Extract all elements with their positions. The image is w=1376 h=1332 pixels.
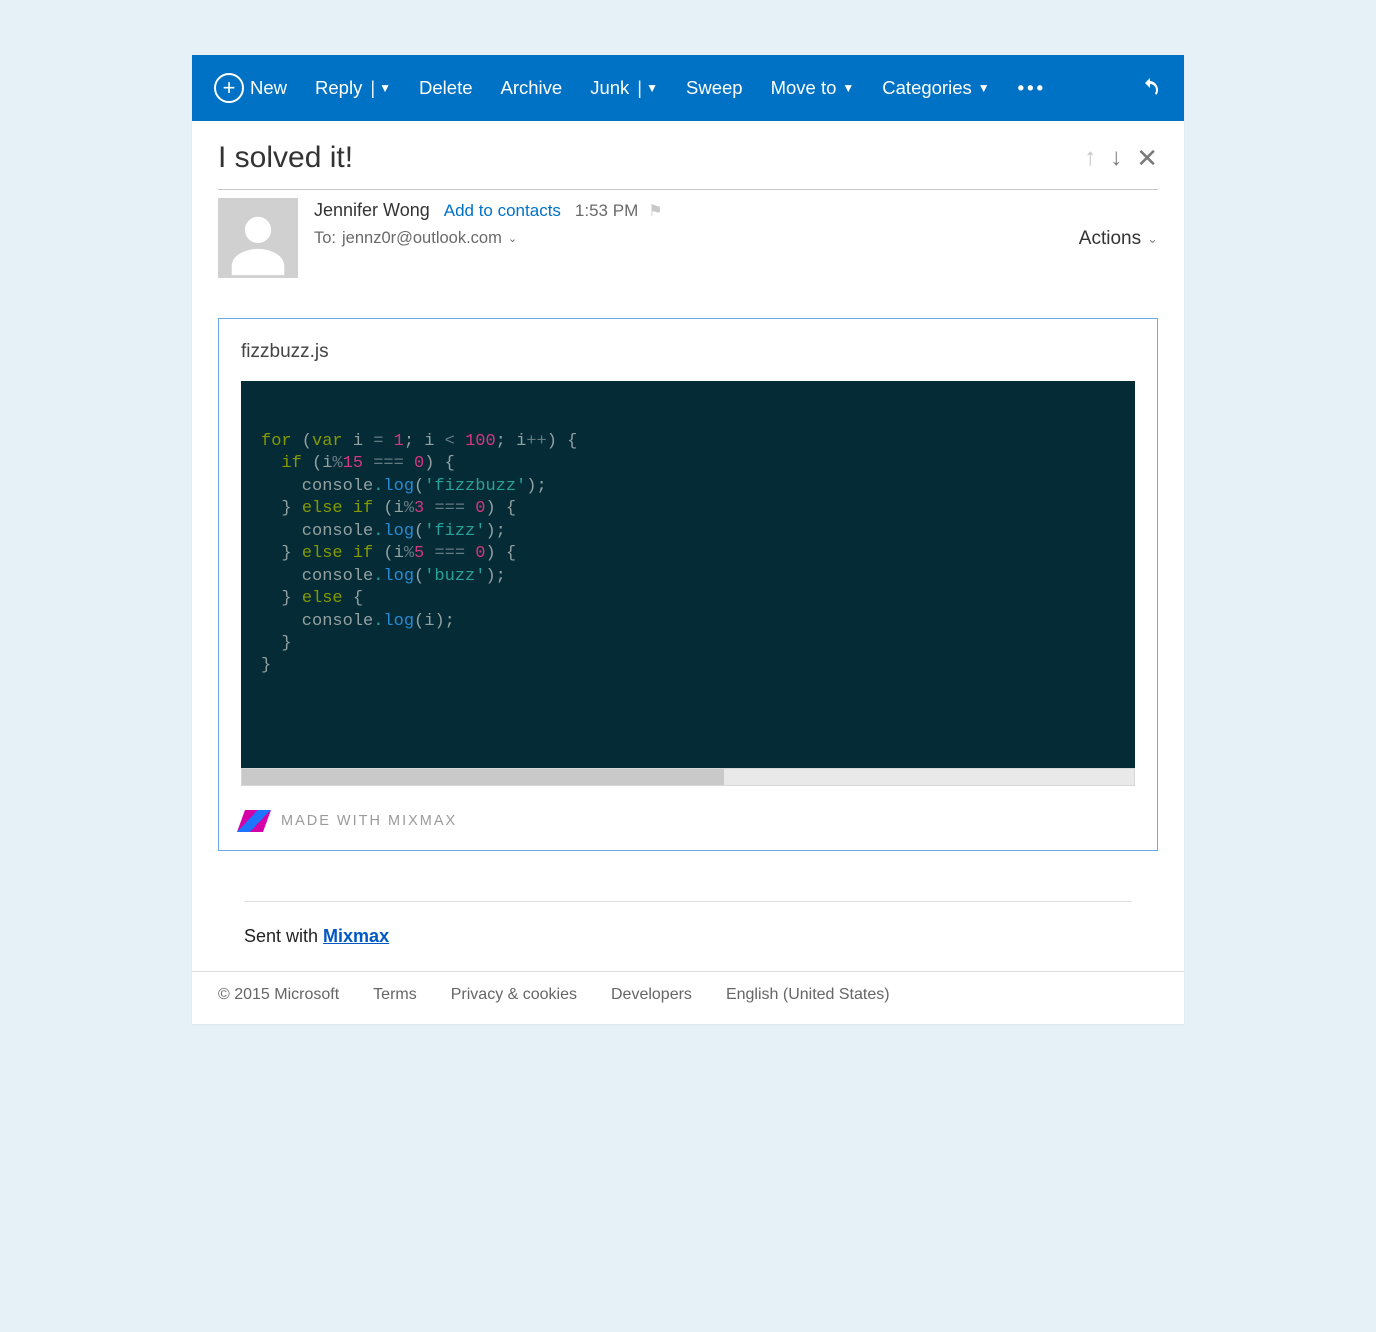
message-subject: I solved it! (218, 141, 1084, 175)
toolbar: + New Reply | ▼ Delete Archive Junk | ▼ … (192, 55, 1184, 121)
footer: © 2015 Microsoft Terms Privacy & cookies… (192, 971, 1184, 1024)
message-nav: ↑ ↓ ✕ (1084, 143, 1158, 174)
mixmax-badge[interactable]: MADE WITH MIXMAX (241, 810, 1135, 832)
junk-menu[interactable]: Junk | ▼ (590, 77, 658, 99)
code-filename: fizzbuzz.js (241, 341, 1135, 363)
footer-developers[interactable]: Developers (611, 986, 692, 1004)
chevron-down-icon: ▼ (842, 81, 854, 95)
archive-button[interactable]: Archive (501, 77, 563, 99)
actions-menu[interactable]: Actions ⌄ (1079, 198, 1158, 278)
expand-recipients-icon[interactable]: ⌄ (508, 232, 517, 245)
sent-with-line: Sent with Mixmax (244, 901, 1132, 971)
mixmax-badge-text: MADE WITH MIXMAX (281, 813, 457, 829)
flag-icon[interactable]: ⚑ (648, 201, 662, 221)
mixmax-link[interactable]: Mixmax (323, 926, 389, 946)
scrollbar-thumb[interactable] (242, 769, 724, 785)
avatar (218, 198, 298, 278)
code-block: for (var i = 1; i < 100; i++) { if (i%15… (241, 381, 1135, 768)
sender-name: Jennifer Wong (314, 200, 430, 221)
person-icon (223, 208, 293, 278)
next-message-button[interactable]: ↓ (1110, 144, 1122, 172)
more-menu[interactable]: ••• (1018, 77, 1046, 99)
plus-icon: + (214, 73, 244, 103)
code-snippet-card: fizzbuzz.js for (var i = 1; i < 100; i++… (218, 318, 1158, 851)
message-body: fizzbuzz.js for (var i = 1; i < 100; i++… (192, 278, 1184, 971)
sweep-button[interactable]: Sweep (686, 77, 743, 99)
prev-message-button[interactable]: ↑ (1084, 144, 1096, 172)
timestamp: 1:53 PM (575, 201, 638, 221)
footer-language[interactable]: English (United States) (726, 986, 890, 1004)
new-label: New (250, 77, 287, 99)
to-address: jennz0r@outlook.com (342, 229, 502, 248)
subject-row: I solved it! ↑ ↓ ✕ (192, 121, 1184, 189)
chevron-down-icon: ▼ (978, 81, 990, 95)
close-button[interactable]: ✕ (1136, 143, 1158, 174)
to-prefix: To: (314, 229, 336, 248)
footer-terms[interactable]: Terms (373, 986, 417, 1004)
new-button[interactable]: + New (214, 73, 287, 103)
undo-button[interactable] (1138, 76, 1162, 100)
footer-privacy[interactable]: Privacy & cookies (451, 986, 577, 1004)
delete-button[interactable]: Delete (419, 77, 472, 99)
chevron-down-icon: ▼ (379, 81, 391, 95)
outlook-mail-reader: + New Reply | ▼ Delete Archive Junk | ▼ … (192, 55, 1184, 1024)
message-header: Jennifer Wong Add to contacts 1:53 PM ⚑ … (192, 190, 1184, 278)
move-to-menu[interactable]: Move to ▼ (771, 77, 855, 99)
mixmax-logo-icon (237, 810, 271, 832)
header-info: Jennifer Wong Add to contacts 1:53 PM ⚑ … (314, 198, 1063, 278)
undo-icon (1138, 76, 1162, 100)
chevron-down-icon: ▼ (646, 81, 658, 95)
add-to-contacts-link[interactable]: Add to contacts (444, 201, 561, 221)
reply-menu[interactable]: Reply | ▼ (315, 77, 391, 99)
footer-copyright: © 2015 Microsoft (218, 986, 339, 1004)
categories-menu[interactable]: Categories ▼ (882, 77, 989, 99)
horizontal-scrollbar[interactable] (241, 768, 1135, 786)
chevron-down-icon: ⌄ (1147, 231, 1158, 247)
